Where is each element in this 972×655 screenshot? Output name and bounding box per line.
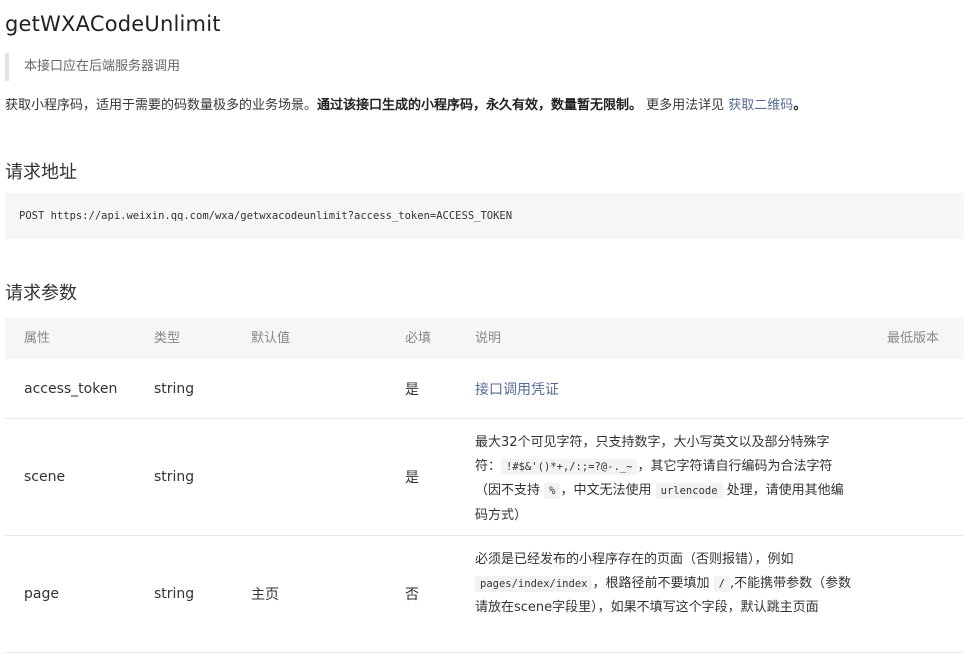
page-path-code: pages/index/index [475, 575, 593, 592]
table-row: access_token string 是 接口调用凭证 [5, 359, 964, 419]
percent-code: % [544, 483, 561, 499]
cell-required: 是 [405, 381, 419, 398]
description-bold: 通过该接口生成的小程序码，永久有效，数量暂无限制。 [317, 98, 643, 113]
server-side-note: 本接口应在后端服务器调用 [5, 53, 425, 81]
cell-attr: access_token [24, 380, 118, 397]
header-type: 类型 [154, 331, 181, 346]
description-end: 。 [793, 98, 807, 113]
section-params-heading: 请求参数 [5, 283, 77, 304]
cell-attr: scene [24, 469, 66, 485]
cell-type: string [154, 469, 195, 485]
urlencode-code: urlencode [655, 483, 723, 499]
cell-attr: page [24, 586, 59, 602]
cell-type: string [154, 586, 195, 602]
desc-text: ，根路径前不要填加 [592, 575, 710, 591]
cell-type: string [154, 380, 195, 397]
cell-desc: 最大32个可见字符，只支持数字，大小写英文以及部分特殊字符： !#$&'()*+,… [475, 431, 855, 527]
header-default: 默认值 [251, 331, 291, 346]
table-header: 属性 类型 默认值 必填 说明 最低版本 [5, 318, 964, 359]
special-chars-code: !#$&'()*+,/:;=?@-._~ [501, 458, 638, 475]
description-more: 更多用法详见 [642, 98, 729, 113]
header-min-version: 最低版本 [887, 331, 940, 346]
cell-required: 否 [405, 587, 419, 603]
access-token-link[interactable]: 接口调用凭证 [475, 379, 559, 399]
api-description: 获取小程序码，适用于需要的码数量极多的业务场景。通过该接口生成的小程序码，永久有… [5, 96, 806, 116]
table-row: scene string 是 最大32个可见字符，只支持数字，大小写英文以及部分… [5, 419, 964, 536]
header-desc: 说明 [475, 331, 502, 346]
description-text: 获取小程序码，适用于需要的码数量极多的业务场景。 [5, 98, 318, 113]
page-title: getWXACodeUnlimit [5, 12, 221, 36]
params-table: 属性 类型 默认值 必填 说明 最低版本 access_token string… [5, 318, 964, 653]
get-qrcode-link[interactable]: 获取二维码 [728, 98, 793, 113]
header-required: 必填 [405, 331, 432, 346]
desc-text: ，中文无法使用 [560, 483, 652, 498]
request-url-code-block: POST https://api.weixin.qq.com/wxa/getwx… [5, 193, 964, 239]
slash-code: / [713, 575, 730, 592]
cell-desc: 必须是已经发布的小程序存在的页面（否则报错），例如 pages/index/in… [475, 548, 855, 620]
cell-default: 主页 [251, 587, 279, 603]
table-row: page string 主页 否 必须是已经发布的小程序存在的页面（否则报错），… [5, 536, 964, 653]
cell-required: 是 [405, 470, 419, 486]
desc-text: 必须是已经发布的小程序存在的页面（否则报错），例如 [475, 552, 794, 567]
section-request-url-heading: 请求地址 [5, 162, 77, 183]
header-attr: 属性 [24, 331, 51, 346]
